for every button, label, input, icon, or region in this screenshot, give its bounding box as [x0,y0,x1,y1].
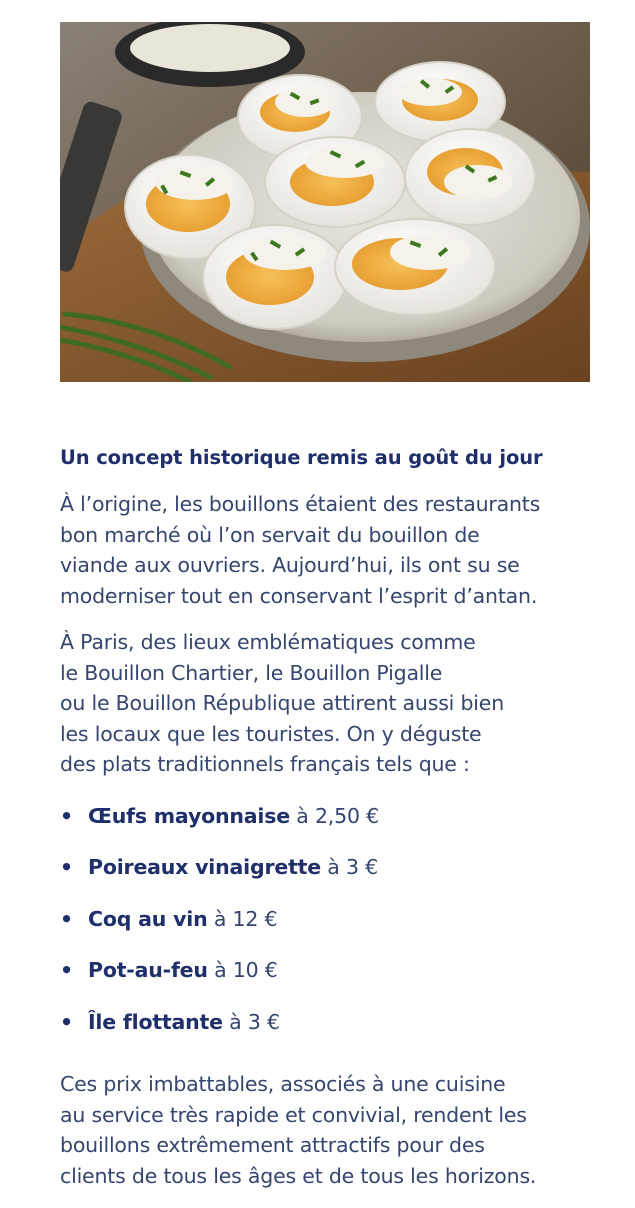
list-item: • Île flottante à 3 € [60,1010,600,1062]
dish-price: à 12 € [207,906,278,931]
paragraph-line: bon marché où l’on servait du bouillon d… [60,522,480,547]
paragraph-line: au service très rapide et convivial, ren… [60,1102,527,1127]
eggs-plate-illustration [60,22,590,382]
dish-name: Pot-au-feu [88,958,208,982]
paragraph-line: Ces prix imbattables, associés à une cui… [60,1072,506,1096]
conclusion-paragraph: Ces prix imbattables, associés à une cui… [60,1069,600,1191]
paragraph-line: viande aux ouvriers. Aujourd’hui, ils on… [60,553,520,577]
dish-name: Coq au vin [88,906,208,931]
bullet-icon: • [60,958,73,982]
paragraph-line: le Bouillon Chartier, le Bouillon Pigall… [60,660,443,685]
paragraph-line: des plats traditionnels français tels qu… [60,752,470,776]
list-item: • Pot-au-feu à 10 € [60,958,600,1010]
paragraph-line: clients de tous les âges et de tous les … [60,1163,537,1188]
paragraph-line: ou le Bouillon République attirent aussi… [60,691,505,715]
paragraph-line: les locaux que les touristes. On y dégus… [60,721,482,746]
dish-price: à 10 € [207,958,278,982]
list-item: • Œufs mayonnaise à 2,50 € [60,804,600,856]
article-body: Un concept historique remis au goût du j… [60,446,600,1191]
dish-name: Poireaux vinaigrette [88,855,321,879]
dish-price: à 2,50 € [289,803,379,828]
dish-list: • Œufs mayonnaise à 2,50 € • Poireaux vina… [60,804,600,1062]
paragraph-line: À Paris, des lieux emblématiques comme [60,630,476,654]
bullet-icon: • [60,906,73,931]
dish-price: à 3 € [222,1009,280,1034]
dish-name: Œufs mayonnaise [88,803,290,828]
article-heading: Un concept historique remis au goût du j… [60,446,543,469]
paragraph-line: bouillons extrêmement attractifs pour de… [60,1133,485,1157]
paris-paragraph: À Paris, des lieux emblématiques comme l… [60,627,600,780]
eggs-mayonnaise-photo [60,22,590,382]
bullet-icon: • [60,855,73,879]
paragraph-line: À l’origine, les bouillons étaient des r… [60,492,541,516]
paragraph-line: moderniser tout en conservant l’esprit d… [60,583,538,608]
list-item: • Poireaux vinaigrette à 3 € [60,855,600,907]
dish-price: à 3 € [320,855,378,879]
bullet-icon: • [60,1009,73,1034]
dish-name: Île flottante [88,1009,223,1034]
bullet-icon: • [60,803,73,828]
intro-paragraph: À l’origine, les bouillons étaient des r… [60,489,600,611]
list-item: • Coq au vin à 12 € [60,907,600,959]
